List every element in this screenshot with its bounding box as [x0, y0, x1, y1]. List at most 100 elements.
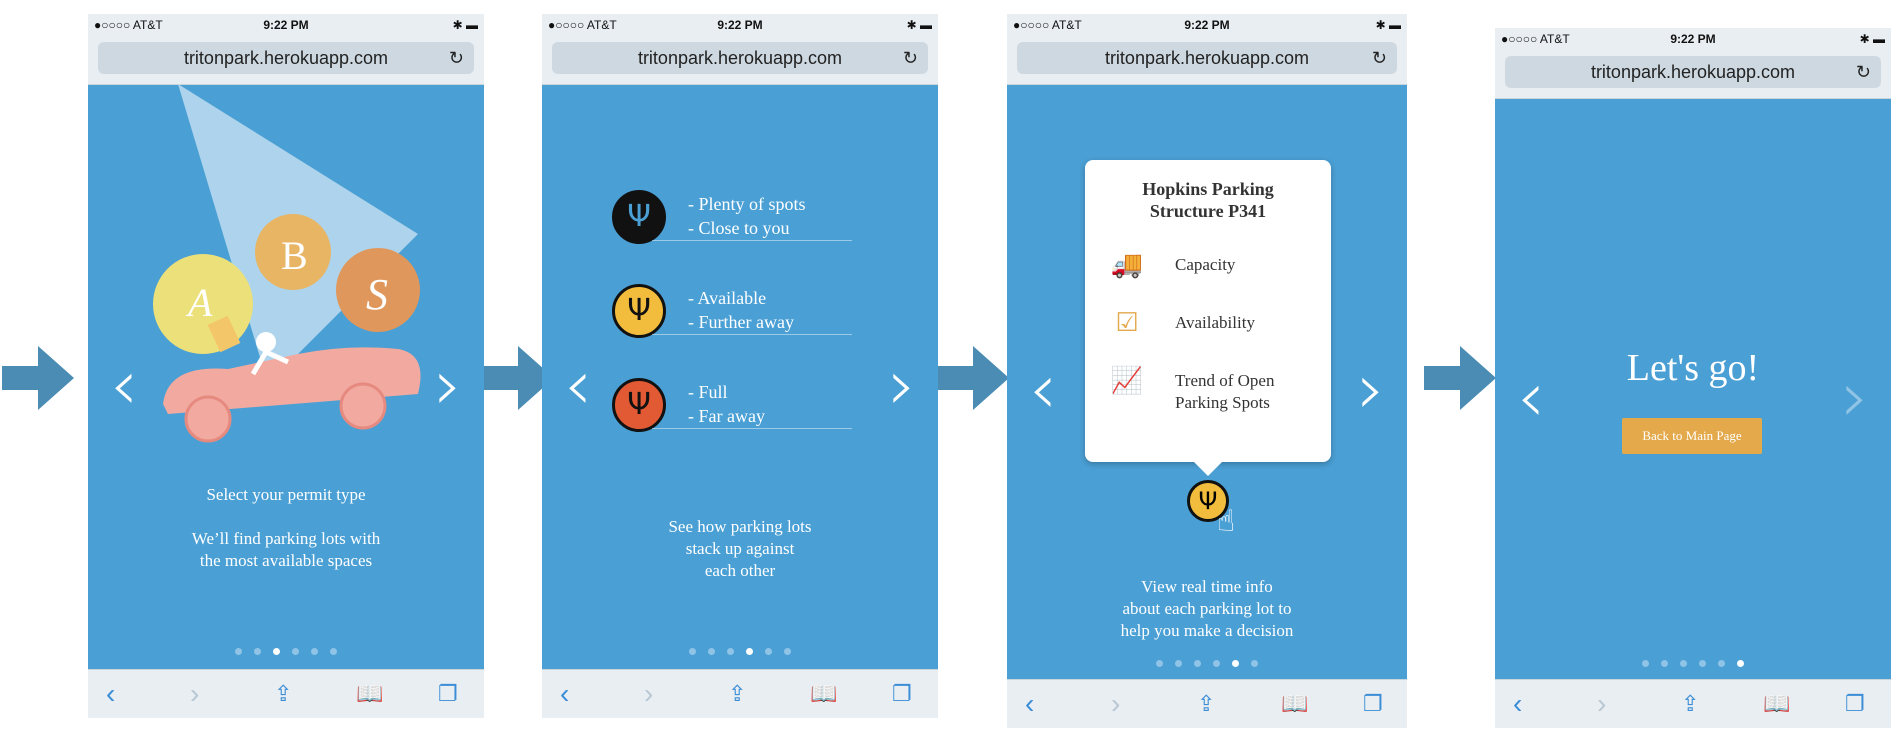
page-dot[interactable] [1718, 660, 1725, 667]
onboarding-caption: See how parking lots stack up against ea… [668, 517, 812, 580]
truck-icon: 🚚 [1110, 250, 1144, 280]
onboarding-content: Let's go! Back to Main Page ‹ › [1495, 98, 1891, 680]
browser-toolbar: ‹ › ⇪ 📖 ❐ [542, 669, 938, 718]
back-icon[interactable]: ‹ [106, 678, 115, 710]
phone-screen-3: ●○○○○ AT&T 9:22 PM ✱ ▬ tritonpark.heroku… [1007, 14, 1407, 728]
url-field[interactable]: tritonpark.herokuapp.com ↻ [98, 42, 474, 74]
prev-arrow[interactable]: ‹ [1517, 362, 1545, 432]
bookmarks-icon[interactable]: 📖 [356, 678, 383, 710]
url-text: tritonpark.herokuapp.com [1104, 48, 1310, 68]
page-dot[interactable] [1194, 660, 1201, 667]
page-dot[interactable] [765, 648, 772, 655]
share-icon[interactable]: ⇪ [274, 678, 292, 710]
card-row-availability: ☑ Availability [1109, 306, 1321, 346]
reload-icon[interactable]: ↻ [1856, 56, 1871, 88]
next-arrow[interactable]: › [1841, 362, 1869, 432]
battery-icon: ✱ ▬ [1375, 18, 1401, 32]
page-dots [1007, 654, 1407, 672]
url-field[interactable]: tritonpark.herokuapp.com ↻ [1017, 42, 1397, 74]
bookmarks-icon[interactable]: 📖 [1281, 688, 1308, 720]
prev-arrow[interactable]: ‹ [564, 350, 592, 420]
next-arrow[interactable]: › [1357, 354, 1385, 424]
phone-screen-1: ●○○○○ AT&T 9:22 PM ✱ ▬ tritonpark.heroku… [88, 14, 484, 718]
page-dot[interactable] [727, 648, 734, 655]
back-icon[interactable]: ‹ [1513, 688, 1522, 720]
url-field[interactable]: tritonpark.herokuapp.com ↻ [1505, 56, 1881, 88]
page-dot-active[interactable] [1737, 660, 1744, 667]
address-bar: tritonpark.herokuapp.com ↻ [88, 36, 484, 85]
onboarding-caption: View real time info about each parking l… [1120, 577, 1294, 640]
page-dot[interactable] [1680, 660, 1687, 667]
page-dot[interactable] [689, 648, 696, 655]
url-text: tritonpark.herokuapp.com [183, 48, 389, 68]
divider [652, 240, 852, 241]
status-bar: ●○○○○ AT&T 9:22 PM ✱ ▬ [542, 14, 938, 36]
prev-arrow[interactable]: ‹ [1029, 354, 1057, 424]
page-dot[interactable] [1251, 660, 1258, 667]
reload-icon[interactable]: ↻ [1372, 42, 1387, 74]
page-dot[interactable] [1661, 660, 1668, 667]
trident-icon: Ψ [612, 284, 666, 338]
onboarding-content: Hopkins Parking Structure P341 🚚 Capacit… [1007, 84, 1407, 680]
browser-toolbar: ‹ › ⇪ 📖 ❐ [88, 669, 484, 718]
tabs-icon[interactable]: ❐ [892, 678, 912, 710]
time-label: 9:22 PM [1184, 18, 1230, 32]
phone-screen-4: ●○○○○ AT&T 9:22 PM ✱ ▬ tritonpark.heroku… [1495, 28, 1891, 728]
trident-icon: Ψ [612, 378, 666, 432]
letter-a: A [188, 280, 213, 325]
parking-info-card: Hopkins Parking Structure P341 🚚 Capacit… [1085, 160, 1331, 476]
back-icon[interactable]: ‹ [1025, 688, 1034, 720]
page-dot[interactable] [1156, 660, 1163, 667]
phone-screen-2: ●○○○○ AT&T 9:22 PM ✱ ▬ tritonpark.heroku… [542, 14, 938, 718]
page-dot[interactable] [708, 648, 715, 655]
share-icon[interactable]: ⇪ [1197, 688, 1215, 720]
page-dot[interactable] [330, 648, 337, 655]
page-dot[interactable] [1175, 660, 1182, 667]
flow-arrow-1 [2, 346, 74, 410]
status-bar: ●○○○○ AT&T 9:22 PM ✱ ▬ [1495, 28, 1891, 50]
forward-icon[interactable]: › [644, 678, 653, 710]
back-to-main-button[interactable]: Back to Main Page [1622, 418, 1762, 454]
page-dot[interactable] [1699, 660, 1706, 667]
tabs-icon[interactable]: ❐ [1363, 688, 1383, 720]
forward-icon[interactable]: › [190, 678, 199, 710]
prev-arrow[interactable]: ‹ [110, 350, 138, 420]
bookmarks-icon[interactable]: 📖 [1763, 688, 1790, 720]
back-icon[interactable]: ‹ [560, 678, 569, 710]
url-field[interactable]: tritonpark.herokuapp.com ↻ [552, 42, 928, 74]
onboarding-content: Ψ - Plenty of spots - Close to you Ψ - A… [542, 84, 938, 670]
url-text: tritonpark.herokuapp.com [637, 48, 843, 68]
forward-icon[interactable]: › [1111, 688, 1120, 720]
legend-item-plenty: Ψ - Plenty of spots - Close to you [612, 190, 852, 250]
share-icon[interactable]: ⇪ [1681, 688, 1699, 720]
page-dot[interactable] [1642, 660, 1649, 667]
reload-icon[interactable]: ↻ [903, 42, 918, 74]
time-label: 9:22 PM [717, 18, 763, 32]
divider [652, 428, 852, 429]
page-dot-active[interactable] [273, 648, 280, 655]
card-title: Hopkins Parking Structure P341 [1142, 179, 1274, 221]
battery-icon: ✱ ▬ [1859, 32, 1885, 46]
bookmarks-icon[interactable]: 📖 [810, 678, 837, 710]
next-arrow[interactable]: › [888, 350, 916, 420]
divider [652, 334, 852, 335]
page-dot[interactable] [1213, 660, 1220, 667]
page-dot-active[interactable] [1232, 660, 1239, 667]
time-label: 9:22 PM [263, 18, 309, 32]
share-icon[interactable]: ⇪ [728, 678, 746, 710]
page-dot[interactable] [311, 648, 318, 655]
browser-toolbar: ‹ › ⇪ 📖 ❐ [1007, 679, 1407, 728]
page-dot[interactable] [292, 648, 299, 655]
next-arrow[interactable]: › [434, 350, 462, 420]
forward-icon[interactable]: › [1597, 688, 1606, 720]
address-bar: tritonpark.herokuapp.com ↻ [1495, 50, 1891, 99]
reload-icon[interactable]: ↻ [449, 42, 464, 74]
page-dot[interactable] [254, 648, 261, 655]
trident-icon: Ψ [612, 190, 666, 244]
tabs-icon[interactable]: ❐ [1845, 688, 1865, 720]
page-dot[interactable] [784, 648, 791, 655]
tabs-icon[interactable]: ❐ [438, 678, 458, 710]
flow-arrow-3 [937, 346, 1009, 410]
page-dot[interactable] [235, 648, 242, 655]
page-dot-active[interactable] [746, 648, 753, 655]
